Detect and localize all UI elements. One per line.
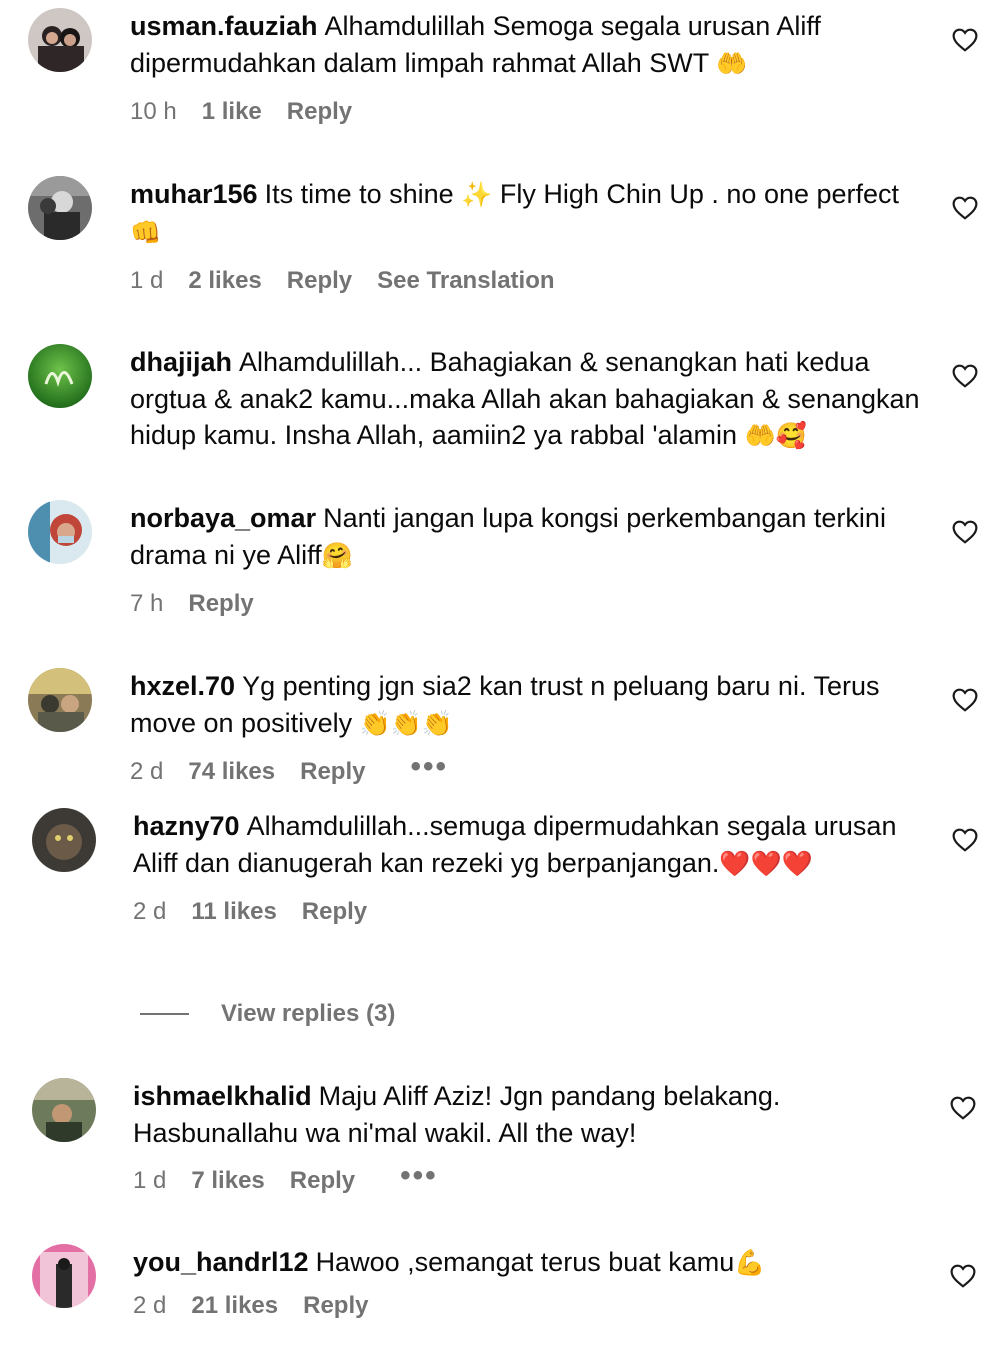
- emoji: 🤲🥰: [744, 421, 807, 450]
- heart-outline-icon[interactable]: [952, 688, 978, 712]
- avatar[interactable]: [32, 1078, 96, 1142]
- more-options-icon[interactable]: •••: [410, 752, 448, 782]
- likes-count[interactable]: 11 likes: [191, 898, 276, 926]
- reply-button[interactable]: Reply: [188, 590, 253, 618]
- reply-button[interactable]: Reply: [300, 758, 365, 786]
- emoji: 🤲: [716, 48, 748, 78]
- avatar[interactable]: [28, 668, 92, 732]
- see-translation-button[interactable]: See Translation: [377, 267, 554, 295]
- heart-outline-icon[interactable]: [952, 364, 978, 388]
- emoji: 👏👏👏: [359, 708, 454, 738]
- likes-count[interactable]: 7 likes: [191, 1167, 264, 1195]
- reply-button[interactable]: Reply: [302, 898, 367, 926]
- comment-username[interactable]: usman.fauziah: [130, 11, 318, 41]
- comment-username[interactable]: dhajijah: [130, 347, 232, 377]
- comment-username[interactable]: ishmaelkhalid: [133, 1081, 312, 1111]
- avatar[interactable]: [32, 1244, 96, 1308]
- reply-button[interactable]: Reply: [287, 267, 352, 295]
- comment-meta: 2 d 21 likes Reply: [133, 1292, 933, 1320]
- comment-time: 7 h: [130, 590, 164, 617]
- comment-username[interactable]: muhar156: [130, 179, 258, 209]
- avatar[interactable]: [28, 8, 92, 72]
- comment-username[interactable]: you_handrl12: [133, 1247, 309, 1277]
- emoji: ✨: [461, 180, 493, 209]
- avatar[interactable]: [32, 808, 96, 872]
- comment-text: hxzel.70 Yg penting jgn sia2 kan trust n …: [130, 668, 930, 742]
- comment-text: ishmaelkhalid Maju Aliff Aziz! Jgn pandan…: [133, 1078, 933, 1151]
- comment-meta: 7 h Reply: [130, 590, 930, 618]
- reply-button[interactable]: Reply: [290, 1167, 355, 1195]
- likes-count[interactable]: 2 likes: [188, 267, 261, 295]
- view-replies-button[interactable]: View replies (3): [221, 1000, 395, 1028]
- heart-outline-icon[interactable]: [950, 1096, 976, 1120]
- comment-text: usman.fauziah Alhamdulillah Semoga segala…: [130, 8, 930, 82]
- comment-text: norbaya_omar Nanti jangan lupa kongsi per…: [130, 500, 930, 574]
- more-options-icon[interactable]: •••: [400, 1161, 438, 1191]
- view-replies[interactable]: View replies (3): [140, 1000, 395, 1028]
- avatar[interactable]: [28, 344, 92, 408]
- comment-username[interactable]: hazny70: [133, 811, 240, 841]
- comment-time: 2 d: [133, 898, 167, 925]
- emoji: 💪: [734, 1248, 766, 1277]
- heart-outline-icon[interactable]: [952, 828, 978, 852]
- reply-button[interactable]: Reply: [303, 1292, 368, 1320]
- comment-meta: 10 h 1 like Reply: [130, 98, 930, 126]
- comment-meta: 2 d 11 likes Reply: [133, 898, 933, 926]
- comment-time: 10 h: [130, 98, 177, 125]
- comment-meta: 2 d 74 likes Reply •••: [130, 752, 930, 786]
- emoji: 👊: [130, 217, 162, 247]
- comment-text: muhar156 Its time to shine ✨ Fly High Chi…: [130, 176, 930, 251]
- comment-text: hazny70 Alhamdulillah...semuga dipermudah…: [133, 808, 933, 882]
- likes-count[interactable]: 1 like: [202, 98, 262, 126]
- avatar[interactable]: [28, 176, 92, 240]
- divider: [140, 1013, 189, 1015]
- emoji: ❤️❤️❤️: [719, 848, 813, 878]
- comment-meta: 1 d 2 likes Reply See Translation: [130, 267, 930, 295]
- comment-body-b: Fly High Chin Up . no one perfect: [499, 179, 900, 209]
- comment-username[interactable]: hxzel.70: [130, 671, 235, 701]
- comment-username[interactable]: norbaya_omar: [130, 503, 316, 533]
- likes-count[interactable]: 74 likes: [188, 758, 275, 786]
- comment-body: Hawoo ,semangat terus buat kamu: [315, 1247, 735, 1277]
- comment-time: 1 d: [133, 1167, 167, 1194]
- emoji: 🤗: [321, 540, 353, 570]
- comment-text: you_handrl12 Hawoo ,semangat terus buat k…: [133, 1244, 933, 1282]
- heart-outline-icon[interactable]: [950, 1264, 976, 1288]
- comment-time: 2 d: [130, 758, 164, 785]
- heart-outline-icon[interactable]: [952, 196, 978, 220]
- comment-body-a: Its time to shine: [264, 179, 454, 209]
- comment-body: Yg penting jgn sia2 kan trust n peluang …: [130, 671, 880, 738]
- comment-text: dhajijah Alhamdulillah... Bahagiakan & se…: [130, 344, 930, 455]
- heart-outline-icon[interactable]: [952, 520, 978, 544]
- comment-time: 2 d: [133, 1291, 167, 1319]
- comment-meta: 1 d 7 likes Reply •••: [133, 1161, 933, 1195]
- heart-outline-icon[interactable]: [952, 28, 978, 52]
- reply-button[interactable]: Reply: [287, 98, 352, 126]
- comment-time: 1 d: [130, 267, 164, 294]
- likes-count[interactable]: 21 likes: [191, 1292, 278, 1320]
- avatar[interactable]: [28, 500, 92, 564]
